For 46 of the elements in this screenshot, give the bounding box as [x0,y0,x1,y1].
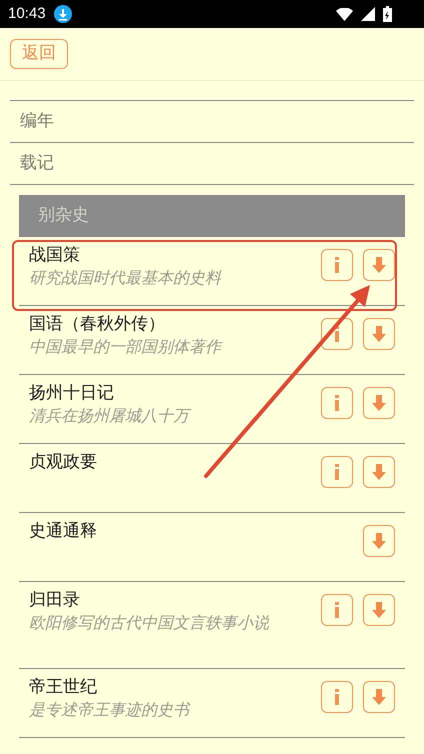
info-icon [334,689,340,705]
section-header: 别杂史 [19,195,405,237]
info-button[interactable] [321,456,353,488]
item-description: 是专述帝王事迹的史书 [29,699,192,721]
download-button[interactable] [363,594,395,626]
download-button[interactable] [363,318,395,350]
info-icon [334,464,340,480]
download-button[interactable] [363,681,395,713]
item-description: 欧阳修写的古代中国文言轶事小说 [29,612,270,634]
item-title[interactable]: 帝王世纪 [29,675,321,699]
download-icon [372,602,386,618]
info-icon [334,602,340,618]
download-icon [54,5,72,23]
item-title[interactable]: 国语（春秋外传） [29,312,321,336]
download-button[interactable] [363,387,395,419]
download-icon [372,689,386,705]
download-icon [372,464,386,480]
item-description: 清兵在扬州屠城八十万 [29,405,295,427]
info-button[interactable] [321,318,353,350]
status-time: 10:43 [8,4,46,24]
item-title[interactable]: 扬州十日记 [29,381,321,405]
item-description: 中国最早的一部国别体著作 [29,336,224,358]
info-icon [334,257,340,273]
item-title[interactable]: 归田录 [29,588,321,612]
info-button[interactable] [321,387,353,419]
wifi-icon [336,8,353,20]
item-title[interactable]: 贞观政要 [29,450,321,474]
download-icon [372,326,386,342]
download-button[interactable] [363,456,395,488]
info-button[interactable] [321,681,353,713]
item-description: 研究战国时代最基本的史料 [29,267,222,289]
signal-icon [361,7,375,21]
category-label[interactable]: 编年 [20,108,54,134]
download-icon [372,257,386,273]
download-icon [372,395,386,411]
info-icon [334,395,340,411]
battery-icon [383,6,392,22]
info-button[interactable] [321,594,353,626]
info-button[interactable] [321,249,353,281]
category-label[interactable]: 载记 [20,150,54,176]
download-button[interactable] [363,249,395,281]
download-icon [372,533,386,549]
item-title[interactable]: 战国策 [29,243,321,267]
info-icon [334,326,340,342]
download-button[interactable] [363,525,395,557]
item-title[interactable]: 史通通释 [29,519,363,543]
